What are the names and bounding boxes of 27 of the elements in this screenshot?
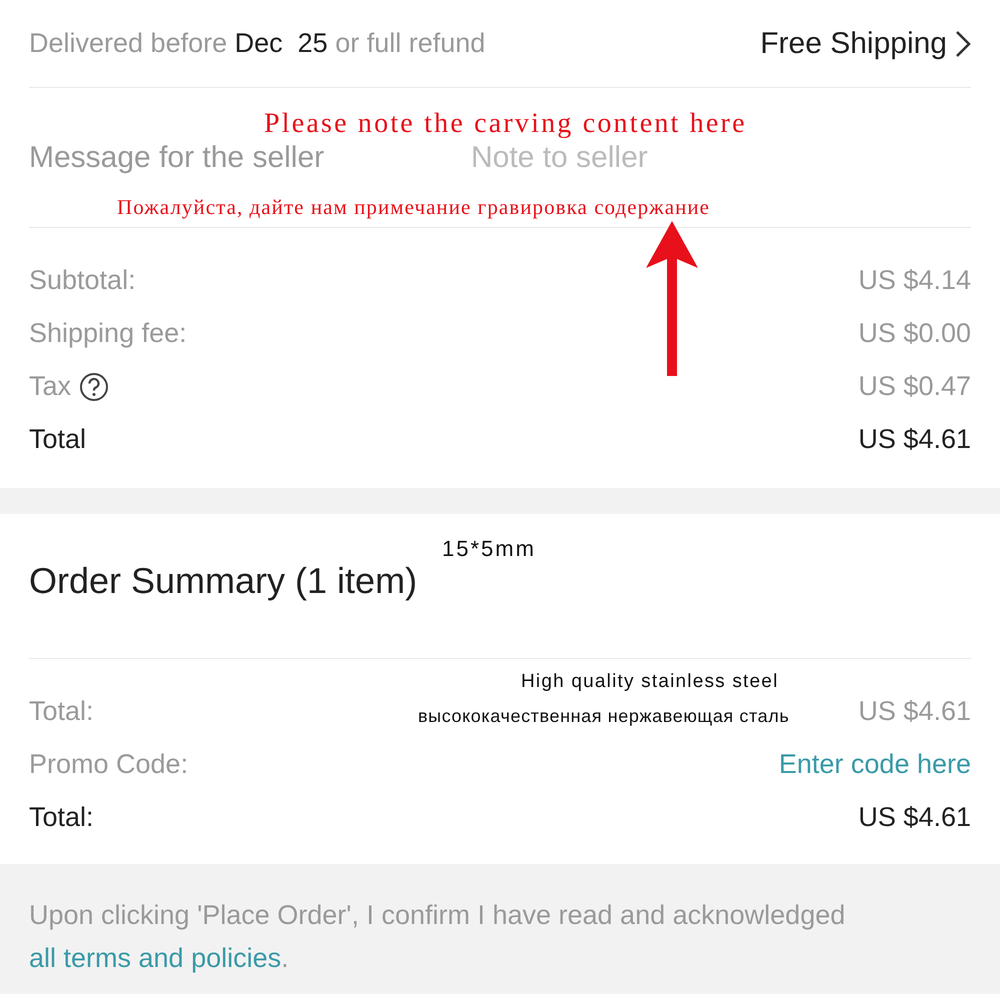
promo-code-link[interactable]: Enter code here xyxy=(778,744,971,785)
terms-link[interactable]: all terms and policies xyxy=(29,943,282,973)
row-label: Tax xyxy=(29,370,72,404)
row-value: US $4.61 xyxy=(858,801,971,834)
material-caption: высококачественная нержавеющая сталь xyxy=(418,705,790,728)
annotation-text: Пожалуйста, дайте нам примечание гравировка содержание xyxy=(117,194,710,221)
row-label: Total xyxy=(29,423,86,456)
row-value: US $0.00 xyxy=(858,317,971,350)
size-caption: 15*5mm xyxy=(442,535,536,563)
section-title: Order Summary (1 item) xyxy=(29,559,418,603)
row-value: US $0.47 xyxy=(858,370,971,404)
message-label: Message for the seller xyxy=(29,140,324,176)
delivery-note: Delivered before Dec 25 or full refund xyxy=(29,27,486,60)
row-value: US $4.61 xyxy=(858,423,971,456)
chevron-right-icon xyxy=(955,30,971,58)
row-value: US $4.61 xyxy=(858,695,971,728)
row-label: Subtotal: xyxy=(29,264,136,298)
row-label: Shipping fee: xyxy=(29,317,187,350)
row-label: Promo Code: xyxy=(29,748,188,782)
terms-text: Upon clicking 'Place Order', I confirm I have read and acknowledged all terms and policies. xyxy=(0,864,1000,994)
shipping-link[interactable]: Free Shipping xyxy=(760,21,971,66)
material-caption: High quality stainless steel xyxy=(521,670,778,694)
arrow-icon xyxy=(646,221,698,376)
row-value: US $4.14 xyxy=(858,264,971,298)
help-icon[interactable] xyxy=(79,372,110,402)
row-label: Total: xyxy=(29,695,94,728)
row-label: Total: xyxy=(29,801,94,834)
